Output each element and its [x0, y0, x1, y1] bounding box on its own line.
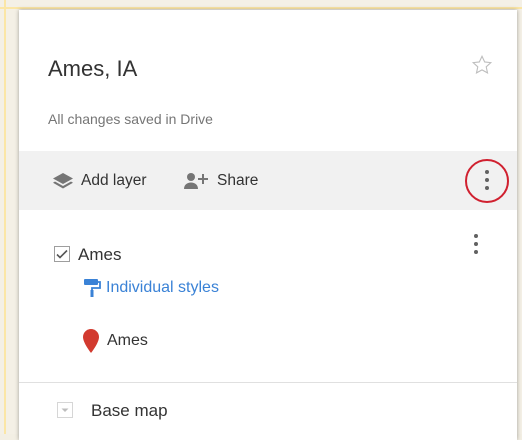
- add-layer-label: Add layer: [81, 171, 147, 189]
- map-title[interactable]: Ames, IA: [48, 56, 137, 82]
- feature-item[interactable]: Ames: [83, 329, 148, 353]
- layers-icon: [53, 172, 73, 188]
- add-person-icon: [184, 172, 208, 189]
- paint-roller-icon: [84, 279, 101, 297]
- more-options-button[interactable]: [465, 159, 509, 203]
- map-marker-icon: [83, 329, 99, 353]
- add-layer-button[interactable]: Add layer: [52, 151, 146, 210]
- more-vert-icon: [485, 170, 489, 190]
- map-details-panel: Ames, IA All changes saved in Drive Add …: [19, 10, 517, 440]
- share-label: Share: [217, 171, 259, 189]
- individual-styles-label: Individual styles: [106, 279, 219, 296]
- layer-name[interactable]: Ames: [78, 245, 121, 265]
- save-status: All changes saved in Drive: [48, 111, 213, 127]
- chevron-down-icon[interactable]: [57, 402, 73, 418]
- star-icon[interactable]: [471, 54, 493, 76]
- feature-label: Ames: [107, 332, 148, 349]
- layer-more-vert-icon[interactable]: [474, 234, 478, 254]
- base-map-label[interactable]: Base map: [91, 401, 168, 421]
- checkbox-icon[interactable]: [54, 246, 70, 262]
- divider: [19, 382, 517, 383]
- toolbar: Add layer Share: [19, 151, 517, 210]
- individual-styles-link[interactable]: Individual styles: [83, 278, 219, 298]
- share-button[interactable]: Share: [184, 151, 258, 210]
